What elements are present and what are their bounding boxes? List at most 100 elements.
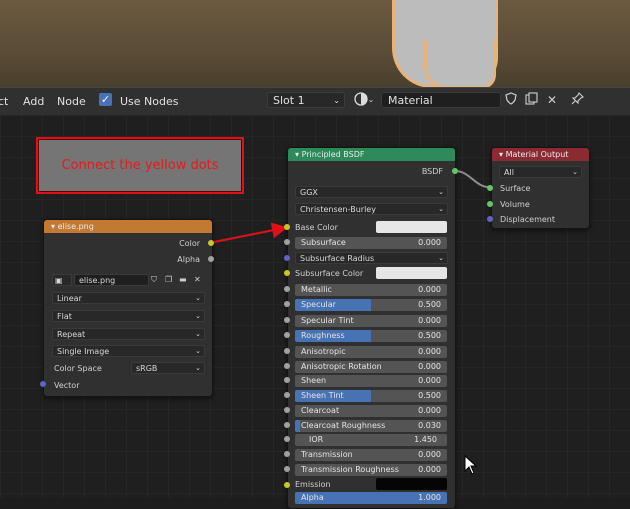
field-specular[interactable]: Specular 0.500: [295, 299, 447, 311]
field-sheen-tint[interactable]: Sheen Tint 0.500: [295, 390, 447, 402]
collapse-arrow-icon[interactable]: ▾: [51, 222, 55, 231]
output-alpha-label: Alpha: [177, 255, 200, 264]
material-name-field[interactable]: Material: [381, 92, 501, 108]
field-metallic[interactable]: Metallic 0.000: [295, 284, 447, 296]
interpolation-value: Linear: [57, 294, 82, 303]
bsdf-node-header[interactable]: ▾ Principled BSDF: [288, 148, 455, 161]
field-anisotropic[interactable]: Anisotropic 0.000: [295, 346, 447, 358]
3d-viewport-preview[interactable]: [0, 0, 630, 87]
projection-dropdown[interactable]: Flat ⌄: [52, 310, 205, 322]
unlink-close-icon[interactable]: ✕: [543, 92, 561, 108]
field-transmission-roughness[interactable]: Transmission Roughness 0.000: [295, 464, 447, 476]
anisotropic-input-socket[interactable]: [284, 348, 290, 354]
menu-node[interactable]: Node: [57, 95, 86, 108]
field-alpha[interactable]: Alpha 1.000: [295, 492, 447, 504]
color-space-value: sRGB: [136, 364, 158, 373]
bsdf-output-socket[interactable]: [452, 168, 458, 174]
sheen-input-socket[interactable]: [284, 377, 290, 383]
close-icon[interactable]: ✕: [194, 275, 201, 284]
field-value: 0.030: [418, 421, 441, 430]
ior-input-socket[interactable]: [284, 436, 290, 442]
model-silhouette-lower: [424, 40, 496, 87]
duplicate-icon[interactable]: ❐: [165, 275, 172, 284]
transmission-roughness-input-socket[interactable]: [284, 466, 290, 472]
transmission-input-socket[interactable]: [284, 451, 290, 457]
folder-icon[interactable]: ▬: [179, 275, 187, 284]
field-value: 0.500: [418, 300, 441, 309]
image-vector-input-socket[interactable]: [40, 381, 46, 387]
sheen-tint-input-socket[interactable]: [284, 392, 290, 398]
pin-icon[interactable]: [568, 92, 586, 108]
field-value: 0.000: [418, 465, 441, 474]
subsurface-radius-input-socket[interactable]: [284, 255, 290, 261]
collapse-arrow-icon[interactable]: ▾: [295, 150, 299, 159]
field-value: 0.000: [418, 450, 441, 459]
surface-input-socket[interactable]: [487, 185, 493, 191]
chevron-down-icon: ⌄: [438, 254, 444, 262]
emission-color-swatch[interactable]: [376, 478, 447, 490]
output-target-dropdown[interactable]: All ⌄: [499, 166, 582, 178]
field-clearcoat[interactable]: Clearcoat 0.000: [295, 405, 447, 417]
color-space-dropdown[interactable]: sRGB ⌄: [131, 362, 205, 374]
field-label: Subsurface: [301, 238, 346, 247]
clearcoat-input-socket[interactable]: [284, 407, 290, 413]
menu-add[interactable]: Add: [23, 95, 44, 108]
collapse-arrow-icon[interactable]: ▾: [499, 150, 503, 159]
field-clearcoat-roughness[interactable]: Clearcoat Roughness 0.030: [295, 420, 447, 432]
image-filename: elise.png: [79, 276, 116, 285]
field-subsurface[interactable]: Subsurface 0.000: [295, 237, 447, 249]
image-node-header[interactable]: ▾ elise.png: [44, 220, 212, 233]
field-value: 1.450: [414, 435, 437, 444]
specular-tint-input-socket[interactable]: [284, 317, 290, 323]
base-color-input-socket[interactable]: [284, 224, 290, 230]
anisotropic-rotation-input-socket[interactable]: [284, 363, 290, 369]
image-texture-node[interactable]: ▾ elise.png Color Alpha ▣ elise.png ⛉ ❐ …: [43, 219, 213, 397]
field-specular-tint[interactable]: Specular Tint 0.000: [295, 315, 447, 327]
extension-value: Repeat: [57, 330, 86, 339]
specular-input-socket[interactable]: [284, 301, 290, 307]
chevron-down-icon: ⌄: [195, 330, 201, 338]
metallic-input-socket[interactable]: [284, 286, 290, 292]
use-nodes-checkbox[interactable]: ✓: [99, 93, 112, 106]
extension-dropdown[interactable]: Repeat ⌄: [52, 328, 205, 340]
emission-input-socket[interactable]: [284, 482, 290, 488]
subsurface-color-input-socket[interactable]: [284, 270, 290, 276]
field-anisotropic-rotation[interactable]: Anisotropic Rotation 0.000: [295, 361, 447, 373]
subsurface-method-dropdown[interactable]: Christensen-Burley ⌄: [295, 203, 448, 215]
menu-select[interactable]: ct: [0, 95, 8, 108]
field-value: 0.000: [418, 406, 441, 415]
subsurface-radius-dropdown[interactable]: Subsurface Radius ⌄: [295, 252, 448, 264]
subsurface-color-label: Subsurface Color: [295, 269, 364, 278]
output-node-header[interactable]: ▾ Material Output: [492, 148, 589, 161]
source-dropdown[interactable]: Single Image ⌄: [52, 345, 205, 357]
image-alpha-output-socket[interactable]: [208, 256, 214, 262]
field-label: Sheen: [301, 376, 327, 385]
subsurface-input-socket[interactable]: [284, 239, 290, 245]
chevron-down-icon: ⌄: [367, 95, 375, 104]
field-sheen[interactable]: Sheen 0.000: [295, 375, 447, 387]
subsurface-color-swatch[interactable]: [376, 267, 447, 279]
distribution-dropdown[interactable]: GGX ⌄: [295, 186, 448, 198]
fake-user-shield-icon[interactable]: [502, 92, 520, 108]
image-color-output-socket[interactable]: [208, 240, 214, 246]
base-color-label: Base Color: [295, 223, 338, 232]
principled-bsdf-node[interactable]: ▾ Principled BSDF BSDF GGX ⌄ Christensen…: [287, 147, 456, 509]
field-transmission[interactable]: Transmission 0.000: [295, 449, 447, 461]
input-volume-label: Volume: [500, 200, 530, 209]
volume-input-socket[interactable]: [487, 201, 493, 207]
image-filename-field[interactable]: elise.png: [74, 274, 149, 286]
duplicate-icon[interactable]: [522, 92, 540, 108]
image-browse-button[interactable]: ▣: [52, 274, 72, 286]
roughness-input-socket[interactable]: [284, 332, 290, 338]
base-color-swatch[interactable]: [376, 221, 447, 233]
clearcoat-roughness-input-socket[interactable]: [284, 422, 290, 428]
interpolation-dropdown[interactable]: Linear ⌄: [52, 292, 205, 304]
field-roughness[interactable]: Roughness 0.500: [295, 330, 447, 342]
slot-dropdown[interactable]: Slot 1 ⌄: [267, 92, 345, 108]
use-nodes-label: Use Nodes: [120, 95, 179, 108]
chevron-down-icon: ⌄: [333, 96, 340, 105]
displacement-input-socket[interactable]: [487, 216, 493, 222]
shield-icon[interactable]: ⛉: [151, 275, 157, 285]
field-ior[interactable]: IOR 1.450: [295, 434, 447, 446]
material-output-node[interactable]: ▾ Material Output All ⌄ Surface Volume D…: [491, 147, 590, 229]
